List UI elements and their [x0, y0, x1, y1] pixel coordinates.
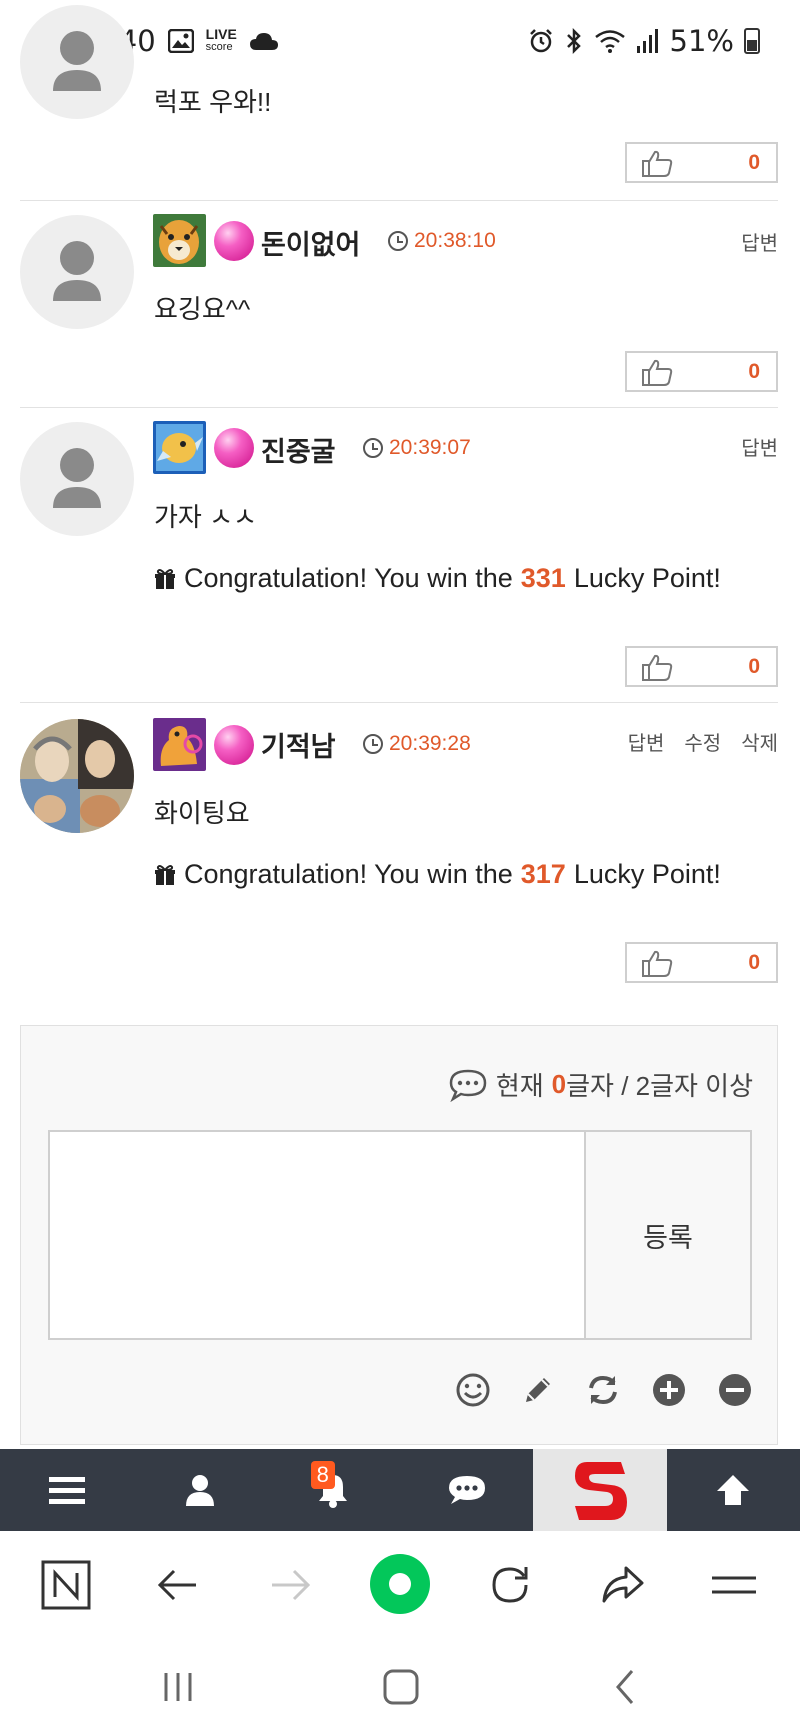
comment-item: 진중굴 20:39:07 답변 가자 ㅅㅅ Congratulation! Yo…	[0, 408, 800, 702]
minus-circle-icon[interactable]	[717, 1372, 753, 1408]
notifications-button[interactable]: 8	[267, 1449, 400, 1531]
system-nav-bar	[0, 1641, 800, 1734]
forward-arrow-icon[interactable]	[264, 1559, 316, 1611]
char-count-value: 0	[551, 1069, 567, 1099]
site-bottom-nav: 8	[0, 1449, 800, 1531]
thumbs-up-icon	[642, 150, 673, 177]
submit-button[interactable]: 등록	[584, 1130, 752, 1340]
refresh-icon[interactable]	[585, 1372, 621, 1408]
reload-icon[interactable]	[484, 1559, 536, 1611]
like-count: 0	[748, 654, 760, 678]
site-logo-icon	[574, 1462, 627, 1520]
reply-button[interactable]: 답변	[628, 727, 665, 756]
emoji-icon[interactable]	[455, 1372, 491, 1408]
menu-button[interactable]	[0, 1449, 133, 1531]
comment-textarea[interactable]	[48, 1130, 586, 1340]
comment-text: 요깅요^^	[154, 294, 251, 324]
comment-time: 20:39:07	[363, 436, 471, 460]
nickname[interactable]: 기적남	[261, 725, 336, 764]
speech-bubble-icon	[449, 1069, 487, 1102]
naver-n-icon[interactable]	[40, 1559, 92, 1611]
like-count: 0	[748, 150, 760, 174]
nickname[interactable]: 돈이없어	[261, 223, 360, 262]
browser-toolbar	[0, 1531, 800, 1641]
system-back-icon[interactable]	[610, 1668, 640, 1706]
avatar[interactable]	[20, 5, 134, 119]
scroll-top-button[interactable]	[667, 1449, 800, 1531]
hamburger-icon	[48, 1477, 85, 1504]
share-icon[interactable]	[596, 1559, 648, 1611]
like-count: 0	[748, 359, 760, 383]
plus-circle-icon[interactable]	[651, 1372, 687, 1408]
edit-button[interactable]: 수정	[684, 727, 721, 756]
notification-badge: 8	[310, 1461, 335, 1489]
thumbs-up-icon	[642, 654, 673, 681]
rank-ball-icon	[214, 428, 254, 468]
naver-green-dot-icon[interactable]	[369, 1553, 431, 1615]
back-arrow-icon[interactable]	[152, 1559, 204, 1611]
home-icon[interactable]	[382, 1668, 420, 1706]
clock-icon	[363, 734, 383, 754]
like-button[interactable]: 0	[625, 942, 778, 983]
clock-icon	[363, 438, 383, 458]
like-button[interactable]: 0	[625, 351, 778, 392]
comment-item: 기적남 20:39:28 답변 수정 삭제 화이팅요 Congratulatio…	[0, 703, 800, 1003]
comment-text: 가자 ㅅㅅ	[154, 502, 257, 532]
avatar[interactable]	[20, 719, 134, 833]
like-count: 0	[748, 950, 760, 974]
comment-item: 럭포 우와!! 0	[0, 0, 800, 200]
gift-icon	[155, 864, 175, 885]
comment-time: 20:38:10	[388, 229, 496, 253]
level-icon	[153, 718, 206, 771]
like-button[interactable]: 0	[625, 646, 778, 687]
chat-bubble-icon	[448, 1476, 485, 1504]
gift-icon	[155, 568, 175, 589]
user-icon	[185, 1475, 214, 1506]
avatar[interactable]	[20, 215, 134, 329]
avatar[interactable]	[20, 422, 134, 536]
reply-button[interactable]: 답변	[741, 432, 778, 461]
rank-ball-icon	[214, 221, 254, 261]
level-icon	[153, 214, 206, 267]
lucky-point-message: Congratulation! You win the 317 Lucky Po…	[154, 859, 721, 890]
lucky-points-value: 317	[520, 859, 566, 889]
rank-ball-icon	[214, 725, 254, 765]
comment-text: 화이팅요	[154, 798, 250, 828]
lucky-point-message: Congratulation! You win the 331 Lucky Po…	[154, 563, 721, 594]
delete-button[interactable]: 삭제	[741, 727, 778, 756]
comment-item: 돈이없어 20:38:10 답변 요깅요^^ 0	[0, 201, 800, 407]
site-logo-button[interactable]	[533, 1449, 667, 1531]
arrow-up-icon	[717, 1475, 750, 1505]
browser-menu-icon[interactable]	[708, 1559, 760, 1611]
profile-button[interactable]	[133, 1449, 266, 1531]
comment-form: 현재 0 글자 / 2글자 이상 등록	[20, 1025, 778, 1445]
nickname[interactable]: 진중굴	[261, 430, 336, 469]
lucky-points-value: 331	[520, 563, 566, 593]
thumbs-up-icon	[642, 359, 673, 386]
char-counter: 현재 0 글자 / 2글자 이상	[448, 1066, 753, 1103]
comment-text: 럭포 우와!!	[154, 87, 272, 117]
pencil-icon[interactable]	[520, 1372, 556, 1408]
comment-time: 20:39:28	[363, 732, 471, 756]
chat-button[interactable]	[400, 1449, 533, 1531]
thumbs-up-icon	[642, 950, 673, 977]
recent-apps-icon[interactable]	[160, 1669, 196, 1705]
clock-icon	[388, 231, 408, 251]
level-icon	[153, 421, 206, 474]
reply-button[interactable]: 답변	[741, 227, 778, 256]
like-button[interactable]: 0	[625, 142, 778, 183]
